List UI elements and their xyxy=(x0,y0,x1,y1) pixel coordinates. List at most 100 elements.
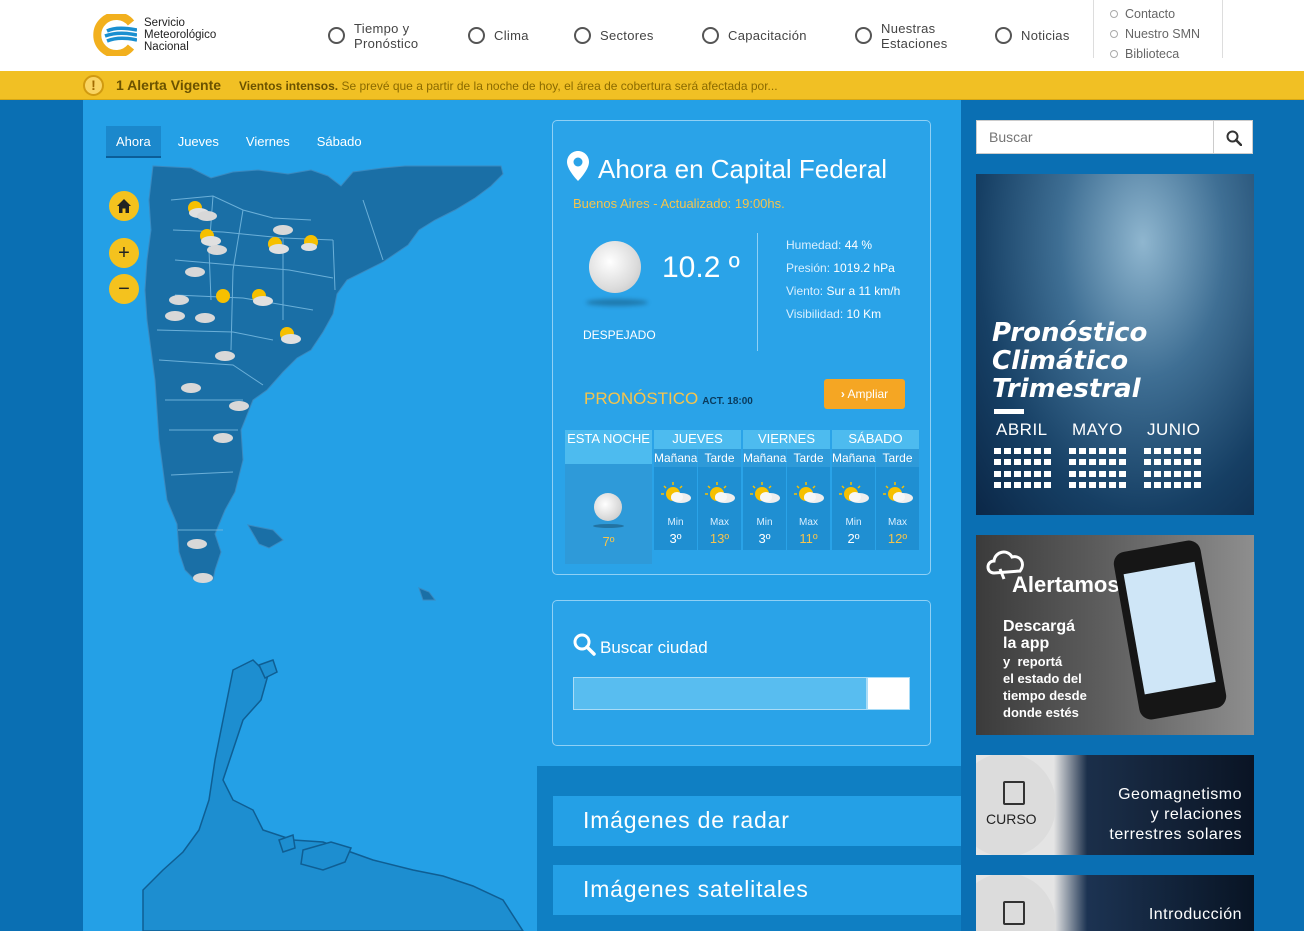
month-label: ABRIL xyxy=(996,420,1048,439)
partly-cloudy-icon xyxy=(703,481,737,510)
forecast-day-header: SÁBADO xyxy=(832,430,919,449)
top-links: Contacto Nuestro SMN Biblioteca xyxy=(1093,0,1223,61)
alert-message: Vientos intensos. Se prevé que a partir … xyxy=(239,79,778,93)
forecast-period-label: Tarde xyxy=(787,449,830,467)
home-icon xyxy=(117,199,131,213)
nav-clima[interactable]: Clima xyxy=(468,0,529,71)
search-icon xyxy=(573,633,596,656)
radio-icon xyxy=(574,27,591,44)
radio-icon xyxy=(702,27,719,44)
argentina-map[interactable] xyxy=(83,100,537,931)
forecast-tonight-cell: 7º xyxy=(565,464,652,564)
moon-icon xyxy=(594,493,622,521)
current-location-title: Ahora en Capital Federal xyxy=(598,154,888,184)
forecast-period-label: Mañana xyxy=(832,449,876,467)
bullet-icon xyxy=(1110,10,1118,18)
current-temperature: 10.2 º xyxy=(662,251,740,284)
radar-images-link[interactable]: Imágenes de radar xyxy=(553,796,961,846)
smn-logo[interactable]: Servicio Meteorológico Nacional xyxy=(93,12,243,58)
nav-tiempo-pronostico[interactable]: Tiempo y Pronóstico xyxy=(328,0,418,71)
tab-jueves[interactable]: Jueves xyxy=(168,126,229,158)
course-geomagnetism-banner[interactable]: CURSO Geomagnetismo y relaciones terrestre… xyxy=(976,755,1254,855)
nav-nuestras-estaciones[interactable]: Nuestras Estaciones xyxy=(855,0,948,71)
map-home-button[interactable] xyxy=(109,191,139,221)
logo-icon xyxy=(93,14,137,56)
pressure-value: 1019.2 hPa xyxy=(833,261,895,275)
search-icon xyxy=(1226,130,1243,147)
current-condition: DESPEJADO xyxy=(583,328,656,342)
forecast-period-label: Mañana xyxy=(743,449,787,467)
link-biblioteca[interactable]: Biblioteca xyxy=(1110,44,1222,64)
bullet-icon xyxy=(1110,30,1118,38)
calendar-icon xyxy=(994,448,1052,490)
partly-cloudy-icon xyxy=(792,481,826,510)
tab-ahora[interactable]: Ahora xyxy=(106,126,161,158)
zoom-out-button[interactable]: − xyxy=(109,274,139,304)
partly-cloudy-icon xyxy=(659,481,693,510)
course-introduction-banner[interactable]: Introducción xyxy=(976,875,1254,931)
divider xyxy=(757,233,758,351)
forecast-minmax-label: Max xyxy=(888,517,907,528)
current-weather-card: Ahora en Capital Federal Buenos Aires - … xyxy=(552,120,931,575)
forecast-period-label: Tarde xyxy=(698,449,741,467)
forecast-cell: Max 11º xyxy=(787,467,830,550)
calendar-icon xyxy=(1144,448,1202,490)
ampliar-button[interactable]: › Ampliar xyxy=(824,379,905,409)
location-pin-icon xyxy=(567,151,589,181)
nav-capacitacion[interactable]: Capacitación xyxy=(702,0,807,71)
forecast-day-header: JUEVES xyxy=(654,430,741,449)
forecast-period-label: Tarde xyxy=(876,449,919,467)
month-label: MAYO xyxy=(1072,420,1123,439)
forecast-temp: 11º xyxy=(799,531,818,546)
forecast-updated: ACT. 18:00 xyxy=(702,396,753,407)
tab-viernes[interactable]: Viernes xyxy=(236,126,300,158)
climate-forecast-banner[interactable]: Pronóstico Climático Trimestral ABRIL MA… xyxy=(976,174,1254,515)
chevron-right-icon: › xyxy=(840,387,845,401)
banner-title: Pronóstico Climático Trimestral xyxy=(992,318,1148,404)
city-search-submit[interactable] xyxy=(867,677,910,710)
nav-sectores[interactable]: Sectores xyxy=(574,0,654,71)
forecast-cell: Max 13º xyxy=(698,467,741,550)
forecast-temp: 2º xyxy=(847,531,860,546)
forecast-title: PRONÓSTICO ACT. 18:00 xyxy=(584,389,753,408)
tab-sabado[interactable]: Sábado xyxy=(307,126,372,158)
partly-cloudy-icon xyxy=(837,481,871,510)
forecast-cell: Min 3º xyxy=(654,467,697,550)
site-search-input[interactable] xyxy=(976,120,1214,154)
map-panel: Ahora Jueves Viernes Sábado + − xyxy=(83,100,537,931)
site-search-button[interactable] xyxy=(1213,120,1253,154)
city-search-input[interactable] xyxy=(573,677,867,710)
radio-icon xyxy=(328,27,345,44)
partly-cloudy-icon xyxy=(881,481,915,510)
icon-shadow xyxy=(586,299,648,306)
alert-count: 1 Alerta Vigente xyxy=(116,77,222,93)
link-nuestro-smn[interactable]: Nuestro SMN xyxy=(1110,24,1222,44)
nav-noticias[interactable]: Noticias xyxy=(995,0,1070,71)
alertamos-app-banner[interactable]: Alertamos Descargá la app y reportá el est… xyxy=(976,535,1254,735)
app-heading: Descargá la app xyxy=(1003,618,1076,652)
forecast-temp: 12º xyxy=(887,531,908,546)
forecast-minmax-label: Max xyxy=(710,517,729,528)
city-search-card: Buscar ciudad xyxy=(552,600,931,746)
month-label: JUNIO xyxy=(1147,420,1201,439)
visibility-value: 10 Km xyxy=(846,307,882,321)
forecast-minmax-label: Min xyxy=(845,517,862,528)
course-title: Introducción xyxy=(1148,906,1242,923)
forecast-temp: 3º xyxy=(758,531,771,546)
city-search-title: Buscar ciudad xyxy=(600,638,708,657)
humidity-value: 44 % xyxy=(844,238,873,252)
radio-icon xyxy=(995,27,1012,44)
forecast-minmax-label: Min xyxy=(667,517,684,528)
zoom-in-button[interactable]: + xyxy=(109,238,139,268)
satellite-images-link[interactable]: Imágenes satelitales xyxy=(553,865,961,915)
bullet-icon xyxy=(1110,50,1118,58)
site-header: Servicio Meteorológico Nacional Tiempo y… xyxy=(0,0,1304,71)
link-contacto[interactable]: Contacto xyxy=(1110,4,1222,24)
app-brand: Alertamos xyxy=(1012,572,1120,597)
forecast-period-label: Mañana xyxy=(654,449,698,467)
alert-bar[interactable]: ! 1 Alerta Vigente Vientos intensos. Se … xyxy=(0,71,1304,100)
app-text: y reportá el estado del tiempo desde donde … xyxy=(1003,654,1087,720)
current-stats: Humedad: 44 % Presión: 1019.2 hPa Viento… xyxy=(786,238,901,321)
logo-text: Servicio Meteorológico Nacional xyxy=(144,17,217,53)
moon-icon xyxy=(589,241,641,293)
